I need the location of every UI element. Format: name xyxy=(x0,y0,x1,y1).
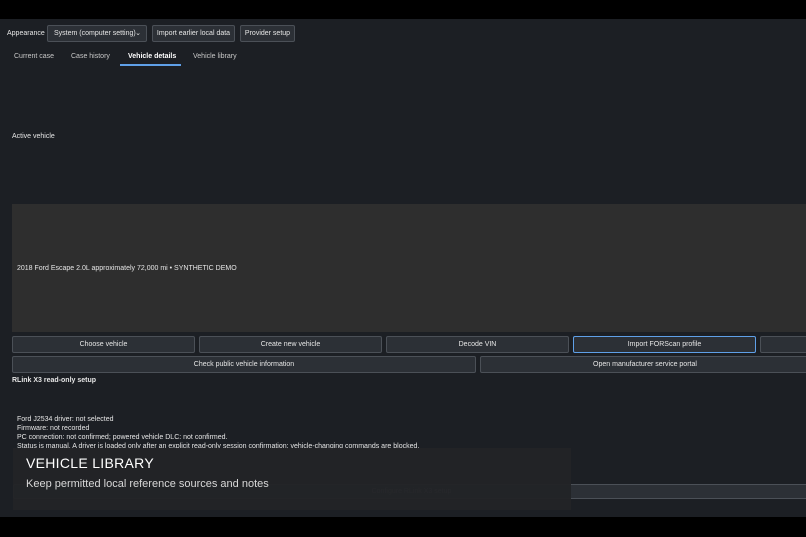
rlink-firmware-status: Firmware: not recorded xyxy=(17,425,90,432)
decode-vin-button[interactable]: Decode VIN xyxy=(386,336,569,353)
rlink-setup-heading: RLink X3 read-only setup xyxy=(12,377,97,384)
tab-vehicle-library[interactable]: Vehicle library xyxy=(193,53,237,60)
rlink-connection-status: PC connection: not confirmed; powered ve… xyxy=(17,434,228,441)
rlink-driver-status: Ford J2534 driver: not selected xyxy=(17,416,114,423)
import-earlier-data-button[interactable]: Import earlier local data xyxy=(152,25,235,42)
active-vehicle-heading: Active vehicle xyxy=(12,133,55,140)
provider-setup-button[interactable]: Provider setup xyxy=(240,25,295,42)
check-public-vehicle-info-button[interactable]: Check public vehicle information xyxy=(12,356,476,373)
caption-title: VEHICLE LIBRARY xyxy=(26,455,154,471)
caption-subtitle: Keep permitted local reference sources a… xyxy=(26,478,269,490)
app-window: Appearance System (computer setting) ⌄ I… xyxy=(0,19,806,517)
tab-case-history[interactable]: Case history xyxy=(71,53,110,60)
caption-overlay: VEHICLE LIBRARY Keep permitted local ref… xyxy=(13,448,571,510)
vehicle-summary-text: 2018 Ford Escape 2.0L approximately 72,0… xyxy=(17,265,237,272)
active-tab-indicator xyxy=(120,64,181,66)
appearance-label: Appearance xyxy=(7,30,45,37)
import-forscan-profile-button[interactable]: Import FORScan profile xyxy=(573,336,756,353)
overflow-action-button[interactable] xyxy=(760,336,806,353)
vehicle-summary-panel: 2018 Ford Escape 2.0L approximately 72,0… xyxy=(12,204,806,332)
tab-current-case[interactable]: Current case xyxy=(14,53,54,60)
appearance-select[interactable]: System (computer setting) ⌄ xyxy=(47,25,147,42)
choose-vehicle-button[interactable]: Choose vehicle xyxy=(12,336,195,353)
tab-vehicle-details[interactable]: Vehicle details xyxy=(128,53,176,60)
create-vehicle-button[interactable]: Create new vehicle xyxy=(199,336,382,353)
chevron-down-icon: ⌄ xyxy=(135,30,141,37)
appearance-select-value: System (computer setting) xyxy=(54,30,136,37)
open-service-portal-button[interactable]: Open manufacturer service portal xyxy=(480,356,806,373)
